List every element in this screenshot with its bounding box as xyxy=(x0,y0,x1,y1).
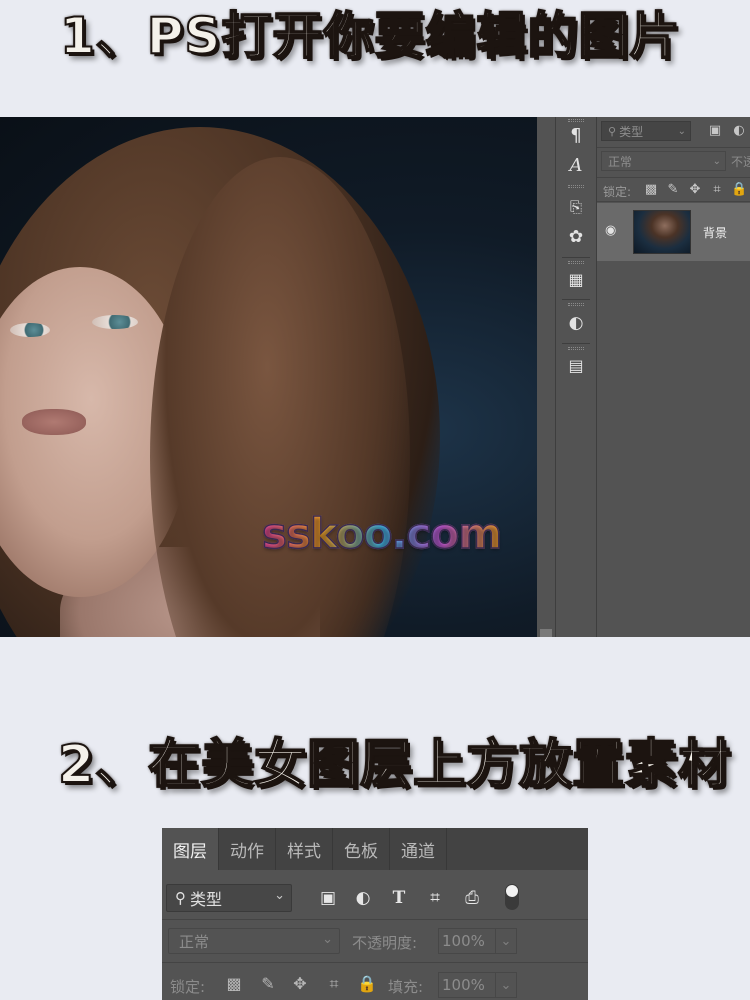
character-icon[interactable]: A xyxy=(556,151,596,179)
layer-name: 背景 xyxy=(703,226,728,240)
lock-row: 锁定: ▩ ✎ ✥ ⌗ 🔒 填充: 100% ⌄ xyxy=(162,968,588,1000)
photo-eye-right xyxy=(92,315,138,329)
document-canvas[interactable]: sskoo.com xyxy=(0,117,537,637)
lock-image-pixels-icon[interactable]: ✎ xyxy=(258,974,278,994)
scroll-corner xyxy=(540,629,552,637)
dock-grip[interactable] xyxy=(568,185,584,188)
lock-all-icon[interactable]: 🔒 xyxy=(357,974,377,994)
blend-mode-select[interactable]: 正常 ⌄ xyxy=(601,151,726,171)
chevron-down-icon: ⌄ xyxy=(712,155,721,167)
opacity-input[interactable]: 100% xyxy=(438,928,496,954)
lock-label: 锁定: xyxy=(170,978,206,996)
tab-channels[interactable]: 通道 xyxy=(390,828,447,870)
lock-position-icon[interactable]: ✥ xyxy=(290,974,310,994)
kind-filter-label: 类型 xyxy=(190,890,223,909)
blend-mode-label: 正常 xyxy=(179,932,210,951)
chevron-down-icon: ⌄ xyxy=(500,977,512,993)
blend-row: 正常 ⌄ 不透明度: 100% ⌄ xyxy=(162,924,588,958)
chevron-down-icon: ⌄ xyxy=(500,933,512,949)
lock-transparent-icon[interactable]: ▩ xyxy=(643,182,659,197)
image-filter-icon[interactable]: ▣ xyxy=(707,123,723,138)
chevron-down-icon: ⌄ xyxy=(322,932,333,947)
adjustment-filter-icon[interactable]: ◐ xyxy=(731,123,747,138)
pixel-layer-filter-icon[interactable]: ▣ xyxy=(318,888,338,908)
lock-position-icon[interactable]: ✥ xyxy=(687,182,703,197)
3d-icon[interactable]: ▦ xyxy=(556,265,596,293)
eye-icon[interactable]: ◉ xyxy=(605,223,616,238)
search-icon: ⚲ xyxy=(608,124,617,138)
fill-input[interactable]: 100% xyxy=(438,972,496,998)
tab-layers[interactable]: 图层 xyxy=(162,828,219,870)
chevron-down-icon: ⌄ xyxy=(274,888,285,903)
watermark-logo: sskoo.com xyxy=(261,508,502,559)
adjustment-layer-filter-icon[interactable]: ◐ xyxy=(353,888,373,908)
filter-toggle-switch[interactable] xyxy=(505,884,519,910)
lock-label: 锁定: xyxy=(603,185,632,199)
dock-separator xyxy=(562,257,590,258)
panel-tabs: 图层 动作 样式 色板 通道 xyxy=(162,828,588,870)
row-separator xyxy=(597,147,750,148)
dock-separator xyxy=(562,343,590,344)
tab-swatches[interactable]: 色板 xyxy=(333,828,390,870)
swatches-icon[interactable]: ✿ xyxy=(556,223,596,251)
vertical-scrollbar[interactable] xyxy=(537,117,555,637)
opacity-label: 不透明度: xyxy=(352,934,418,952)
layers-panel-mini: ⚲ 类型 ⌄ ▣ ◐ 正常 ⌄ 不透 锁定: ▩ ✎ ✥ ⌗ 🔒 ◉ 背景 xyxy=(597,117,750,637)
panel-dock-strip: ¶ A ⎘ ✿ ▦ ◐ ▤ xyxy=(555,117,597,637)
lock-artboard-icon[interactable]: ⌗ xyxy=(709,182,725,197)
blend-mode-select[interactable]: 正常 ⌄ xyxy=(168,928,340,954)
layers-panel: 图层 动作 样式 色板 通道 ⚲ 类型 ⌄ ▣ ◐ T ⌗ ⎙ 正常 ⌄ 不透明… xyxy=(162,828,588,1000)
photo-eye-left xyxy=(10,323,50,337)
filter-row: ⚲ 类型 ⌄ ▣ ◐ T ⌗ ⎙ xyxy=(162,878,588,916)
adjustments-icon[interactable]: ◐ xyxy=(556,309,596,337)
tab-styles[interactable]: 样式 xyxy=(276,828,333,870)
history-icon[interactable]: ⎘ xyxy=(556,193,596,221)
layer-row-background[interactable]: ◉ 背景 xyxy=(597,203,750,261)
row-separator xyxy=(162,962,588,963)
photo-lips xyxy=(22,409,86,435)
lock-brush-icon[interactable]: ✎ xyxy=(665,182,681,197)
lock-artboard-icon[interactable]: ⌗ xyxy=(324,974,344,994)
shape-layer-filter-icon[interactable]: ⌗ xyxy=(425,888,445,908)
tab-actions[interactable]: 动作 xyxy=(219,828,276,870)
row-separator xyxy=(597,201,750,202)
blend-mode-label: 正常 xyxy=(608,154,633,169)
kind-filter-select[interactable]: ⚲ 类型 ⌄ xyxy=(166,884,292,912)
layer-thumbnail xyxy=(633,210,691,254)
type-layer-filter-icon[interactable]: T xyxy=(389,888,409,908)
dock-grip[interactable] xyxy=(568,261,584,264)
paragraph-icon[interactable]: ¶ xyxy=(556,121,596,149)
opacity-dropdown[interactable]: ⌄ xyxy=(495,928,517,954)
fill-label: 填充: xyxy=(388,978,424,996)
opacity-label: 不透 xyxy=(731,155,750,169)
search-icon: ⚲ xyxy=(175,889,186,907)
fill-dropdown[interactable]: ⌄ xyxy=(495,972,517,998)
step-1-title: 1、PS打开你要编辑的图片 xyxy=(59,6,681,66)
smart-object-filter-icon[interactable]: ⎙ xyxy=(462,888,482,908)
photoshop-screenshot-1: sskoo.com ¶ A ⎘ ✿ ▦ ◐ ▤ ⚲ 类型 ⌄ ▣ ◐ 正常 ⌄ … xyxy=(0,117,750,637)
row-separator xyxy=(162,919,588,920)
lock-transparent-pixels-icon[interactable]: ▩ xyxy=(224,974,244,994)
dock-separator xyxy=(562,299,590,300)
row-separator xyxy=(597,177,750,178)
step-2-title: 2、在美女图层上方放置素材 xyxy=(57,734,732,796)
kind-filter-select[interactable]: ⚲ 类型 ⌄ xyxy=(601,121,691,141)
kind-filter-label: 类型 xyxy=(619,124,644,139)
tab-bar-fill xyxy=(447,828,588,870)
lock-all-icon[interactable]: 🔒 xyxy=(731,182,747,197)
gradient-icon[interactable]: ▤ xyxy=(556,351,596,379)
dock-grip[interactable] xyxy=(568,303,584,306)
chevron-down-icon: ⌄ xyxy=(677,125,686,137)
dock-grip[interactable] xyxy=(568,347,584,350)
